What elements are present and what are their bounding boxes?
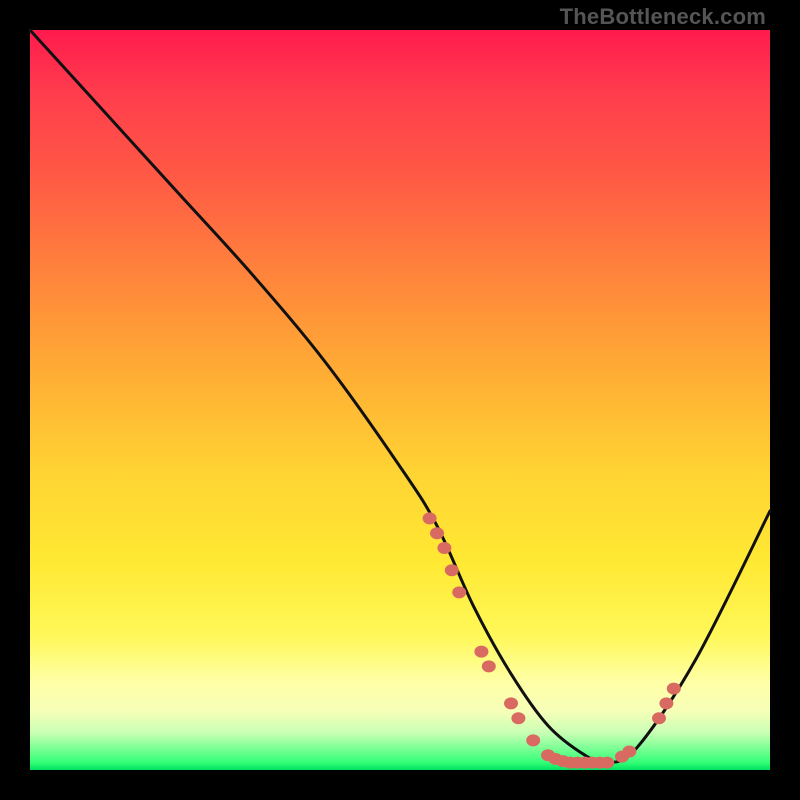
marker-point (452, 586, 466, 598)
marker-point (600, 757, 614, 769)
marker-point (511, 712, 525, 724)
marker-point (437, 542, 451, 554)
watermark-text: TheBottleneck.com (560, 4, 766, 30)
marker-point (482, 660, 496, 672)
marker-point (622, 746, 636, 758)
marker-point (430, 527, 444, 539)
marker-point (667, 683, 681, 695)
chart-frame: TheBottleneck.com (0, 0, 800, 800)
marker-point (445, 564, 459, 576)
chart-svg (30, 30, 770, 770)
marker-point (423, 512, 437, 524)
marker-point (526, 734, 540, 746)
marker-point (504, 697, 518, 709)
bottleneck-curve (30, 30, 770, 763)
marker-point (474, 646, 488, 658)
marker-point (659, 697, 673, 709)
plot-area (30, 30, 770, 770)
marker-point (652, 712, 666, 724)
